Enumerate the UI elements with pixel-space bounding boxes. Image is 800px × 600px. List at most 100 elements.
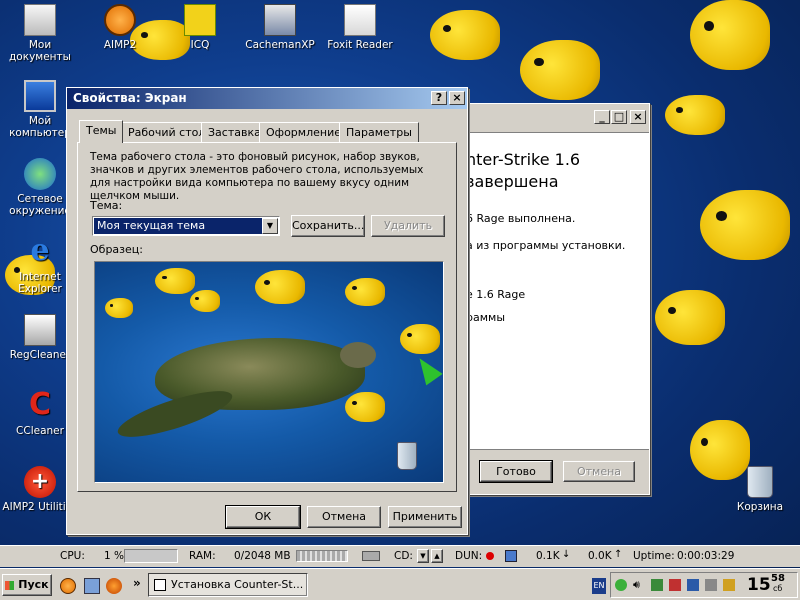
close-button[interactable]: × [449,91,465,105]
tray-icon[interactable] [669,579,681,591]
network-icon [24,158,56,190]
delete-theme-button[interactable]: Удалить [371,215,445,237]
app-quicklaunch-icon[interactable] [84,578,100,594]
save-theme-button[interactable]: Сохранить... [291,215,365,237]
ram-meter [296,550,348,562]
tab-appearance[interactable]: Оформление [259,122,348,142]
cursor-icon [411,352,443,386]
taskbar-task-installer[interactable]: Установка Counter-St... [148,573,308,597]
wallpaper-fish [665,95,725,135]
display-properties-dialog[interactable]: Свойства: Экран ? × Темы Рабочий стол За… [66,87,468,535]
desktop-icon-foxit[interactable]: Foxit Reader [322,4,398,51]
system-tray: 🔊︎ 15 58 сб [610,572,798,598]
dun-label: DUN: [455,550,483,562]
tray-icon[interactable] [687,579,699,591]
installer-cancel-button[interactable]: Отмена [563,461,635,482]
installer-line: e 1.6 Rage [466,288,526,301]
cd-down-button[interactable]: ▼ [417,549,429,563]
foxit-reader-icon [344,4,376,36]
upload-speed: 0.0K [588,550,612,562]
tab-panel: Тема рабочего стола - это фоновый рисуно… [77,142,457,492]
theme-label: Тема: [90,199,123,212]
recycle-bin-icon [747,466,773,498]
ram-value: 0/2048 MB [234,550,291,562]
desktop-icon-recycle-bin[interactable]: Корзина [722,466,798,513]
download-speed: 0.1K [536,550,560,562]
finish-button[interactable]: Готово [479,460,553,483]
sample-fish [400,324,440,354]
taskbar: Пуск » Установка Counter-St... EN 🔊︎ 15 … [0,568,800,600]
ccleaner-icon: C [28,387,52,422]
uptime-label: Uptime: [633,550,675,562]
tray-icon[interactable] [615,579,627,591]
desktop-icon-icq[interactable]: ICQ [162,4,238,51]
system-monitor-bar: CPU: 1 % RAM: 0/2048 MB CD: ▼ ▲ DUN: 0.1… [0,545,800,567]
clock-hours: 15 [747,575,771,595]
my-computer-icon [24,80,56,112]
theme-sample-preview [94,261,444,483]
desktop-icon-aimp2[interactable]: AIMP2 [82,4,158,51]
maximize-button[interactable]: □ [611,110,627,124]
tab-screensaver[interactable]: Заставка [201,122,268,142]
desktop-icon-my-documents[interactable]: Мои документы [2,4,78,63]
installer-titlebar[interactable]: _ □ × [456,104,649,132]
minimize-button[interactable]: _ [594,110,610,124]
tab-settings[interactable]: Параметры [339,122,419,142]
installer-window[interactable]: _ □ × nter-Strike 1.6 завершена 6 Rage в… [455,103,650,495]
theme-select[interactable]: Моя текущая тема ▼ [92,216,280,236]
cpu-graph [124,549,178,563]
cancel-button[interactable]: Отмена [307,506,381,528]
aimp-quicklaunch-icon[interactable] [60,578,76,594]
help-button[interactable]: ? [431,91,447,105]
network-status-icon [505,550,517,562]
ie-icon: e [30,233,50,268]
clock-minutes: 58 [771,573,785,584]
cd-up-button[interactable]: ▲ [431,549,443,563]
arrow-up-icon: ↑ [614,549,623,560]
volume-icon[interactable]: 🔊︎ [633,578,640,592]
desktop-icon-cachemanxp[interactable]: CachemanXP [242,4,318,51]
icq-icon [184,4,216,36]
chevron-down-icon[interactable]: ▼ [262,218,278,234]
start-button[interactable]: Пуск [2,574,52,596]
theme-select-value: Моя текущая тема [94,218,262,234]
windows-logo-icon [5,580,15,590]
quicklaunch-chevron-icon[interactable]: » [133,576,141,590]
regcleaner-icon [24,314,56,346]
cachemanxp-icon [264,4,296,36]
sample-fish [155,268,195,294]
tab-themes[interactable]: Темы [79,120,124,143]
sample-fish [345,392,385,422]
tab-strip: Темы Рабочий стол Заставка Оформление Па… [77,120,457,144]
language-indicator[interactable]: EN [592,578,606,594]
sample-fish [190,290,220,312]
wallpaper-fish [690,0,770,70]
installer-heading: nter-Strike 1.6 завершена [466,150,581,191]
ok-button[interactable]: ОК [225,505,301,529]
apply-button[interactable]: Применить [388,506,462,528]
clock-day: сб [773,584,783,593]
dun-status-icon [486,552,494,560]
recycle-bin-icon [397,442,417,470]
ram-label: RAM: [189,550,216,562]
tray-icon[interactable] [723,579,735,591]
my-documents-icon [24,4,56,36]
aimp-utilities-icon: + [24,466,56,498]
tab-desktop[interactable]: Рабочий стол [121,122,213,142]
dialog-titlebar[interactable]: Свойства: Экран ? × [67,88,467,109]
close-button[interactable]: × [630,110,646,124]
wallpaper-fish [430,10,500,60]
cpu-label: CPU: [60,550,85,562]
cpu-value: 1 % [104,550,124,562]
wallpaper-fish [520,40,600,100]
firefox-quicklaunch-icon[interactable] [106,578,122,594]
turtle-head [340,342,376,368]
cd-label: CD: [394,550,413,562]
wallpaper-fish [655,290,725,345]
aimp-icon [104,4,136,36]
wallpaper-fish [700,190,790,260]
tray-icon[interactable] [651,579,663,591]
tray-icon[interactable] [705,579,717,591]
clock[interactable]: 15 58 сб [745,573,797,596]
sample-fish [345,278,385,306]
